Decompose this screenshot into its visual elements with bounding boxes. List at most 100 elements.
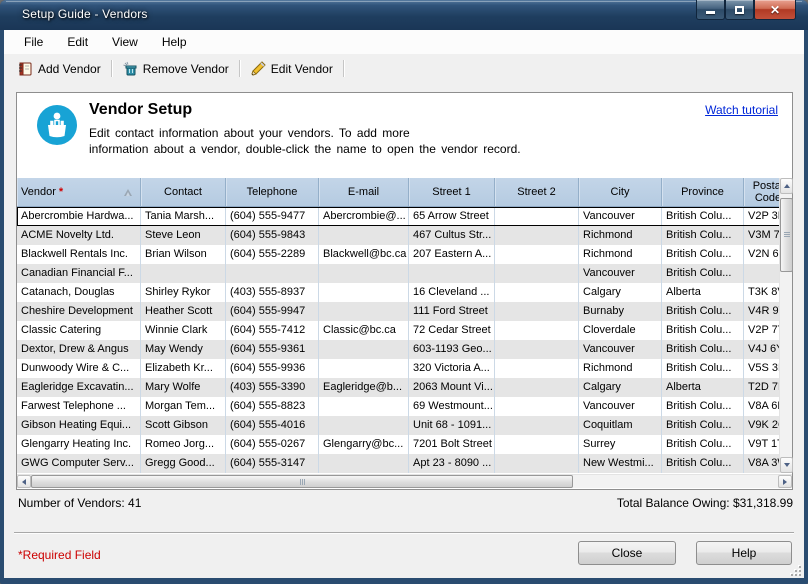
scroll-up-icon — [784, 184, 790, 188]
scroll-up-button[interactable] — [780, 178, 793, 194]
vendor-count-status: Number of Vendors: 41 — [18, 496, 141, 510]
cell — [319, 454, 409, 473]
vendor-person-at-desk-icon — [37, 105, 77, 145]
horizontal-scrollbar-thumb[interactable] — [31, 475, 573, 488]
cell — [495, 454, 579, 473]
cell: British Colu... — [662, 397, 744, 416]
dialog-body: File Edit View Help Add Vendor — [4, 30, 804, 578]
scroll-right-button[interactable] — [778, 475, 792, 488]
menu-view[interactable]: View — [100, 31, 150, 53]
menu-file[interactable]: File — [12, 31, 55, 53]
table-row[interactable]: Abercrombie Hardwa...Tania Marsh...(604)… — [17, 207, 792, 226]
cell: Scott Gibson — [141, 416, 226, 435]
cell: Shirley Rykor — [141, 283, 226, 302]
toolbar-separator — [239, 60, 240, 77]
table-row[interactable]: Gibson Heating Equi...Scott Gibson(604) … — [17, 416, 792, 435]
column-header-province[interactable]: Province — [662, 178, 744, 206]
column-header-vendor[interactable]: Vendor* — [17, 178, 141, 206]
resize-grip[interactable] — [791, 566, 801, 576]
table-row[interactable]: Farwest Telephone ...Morgan Tem...(604) … — [17, 397, 792, 416]
cell: Tania Marsh... — [141, 207, 226, 226]
column-header-street2[interactable]: Street 2 — [495, 178, 579, 206]
cell — [495, 359, 579, 378]
sort-ascending-icon — [124, 189, 132, 196]
edit-vendor-label: Edit Vendor — [271, 62, 333, 76]
required-field-note: *Required Field — [18, 548, 101, 562]
column-header-telephone[interactable]: Telephone — [226, 178, 319, 206]
cell: British Colu... — [662, 226, 744, 245]
scroll-down-button[interactable] — [780, 457, 793, 473]
cell: (604) 555-7412 — [226, 321, 319, 340]
remove-vendor-button[interactable]: Remove Vendor — [115, 58, 236, 80]
close-button[interactable]: Close — [578, 541, 676, 565]
add-vendor-icon — [17, 61, 33, 77]
cell — [495, 435, 579, 454]
column-header-city[interactable]: City — [579, 178, 662, 206]
toolbar: Add Vendor Remove Vendor — [4, 55, 804, 82]
vertical-scrollbar[interactable] — [779, 178, 792, 473]
table-row[interactable]: Cheshire DevelopmentHeather Scott(604) 5… — [17, 302, 792, 321]
minimize-button[interactable] — [696, 0, 725, 20]
cell: Blackwell@bc.ca — [319, 245, 409, 264]
table-row[interactable]: Catanach, DouglasShirley Rykor(403) 555-… — [17, 283, 792, 302]
help-button[interactable]: Help — [696, 541, 792, 565]
column-header-contact[interactable]: Contact — [141, 178, 226, 206]
column-header-street1[interactable]: Street 1 — [409, 178, 495, 206]
toolbar-separator — [111, 60, 112, 77]
cell — [319, 397, 409, 416]
table-row[interactable]: Glengarry Heating Inc.Romeo Jorg...(604)… — [17, 435, 792, 454]
watch-tutorial-link[interactable]: Watch tutorial — [705, 103, 778, 117]
scroll-right-icon — [783, 479, 787, 485]
column-label: Vendor — [21, 186, 56, 198]
maximize-icon — [735, 6, 744, 14]
table-row[interactable]: ACME Novelty Ltd.Steve Leon(604) 555-984… — [17, 226, 792, 245]
cell: 72 Cedar Street — [409, 321, 495, 340]
cell: British Colu... — [662, 207, 744, 226]
cell: Surrey — [579, 435, 662, 454]
cell: Mary Wolfe — [141, 378, 226, 397]
cell: May Wendy — [141, 340, 226, 359]
table-row[interactable]: GWG Computer Serv...Gregg Good...(604) 5… — [17, 454, 792, 473]
table-row[interactable]: Canadian Financial F...VancouverBritish … — [17, 264, 792, 283]
table-row[interactable]: Dunwoody Wire & C...Elizabeth Kr...(604)… — [17, 359, 792, 378]
cell: (604) 555-9477 — [226, 207, 319, 226]
cell — [226, 264, 319, 283]
vendor-setup-panel: Vendor Setup Edit contact information ab… — [16, 92, 793, 490]
table-row[interactable]: Dextor, Drew & AngusMay Wendy(604) 555-9… — [17, 340, 792, 359]
cell: Dunwoody Wire & C... — [17, 359, 141, 378]
cell: Glengarry@bc... — [319, 435, 409, 454]
cell: Heather Scott — [141, 302, 226, 321]
horizontal-scrollbar[interactable] — [17, 474, 792, 488]
edit-vendor-button[interactable]: Edit Vendor — [243, 58, 340, 80]
cell — [495, 283, 579, 302]
footer-divider — [14, 532, 794, 533]
cell — [495, 321, 579, 340]
close-window-button[interactable]: ✕ — [754, 0, 796, 20]
cell — [495, 416, 579, 435]
titlebar[interactable]: Setup Guide - Vendors ✕ — [0, 0, 808, 30]
cell: Unit 68 - 1091... — [409, 416, 495, 435]
scroll-left-button[interactable] — [17, 475, 31, 488]
vertical-scrollbar-thumb[interactable] — [780, 198, 793, 272]
cell: Blackwell Rentals Inc. — [17, 245, 141, 264]
add-vendor-button[interactable]: Add Vendor — [10, 58, 108, 80]
cell — [495, 340, 579, 359]
column-header-email[interactable]: E-mail — [319, 178, 409, 206]
table-row[interactable]: Classic CateringWinnie Clark(604) 555-74… — [17, 321, 792, 340]
menu-edit[interactable]: Edit — [55, 31, 100, 53]
table-row[interactable]: Blackwell Rentals Inc.Brian Wilson(604) … — [17, 245, 792, 264]
cell: ACME Novelty Ltd. — [17, 226, 141, 245]
panel-description-line1: Edit contact information about your vend… — [89, 126, 410, 140]
menu-help[interactable]: Help — [150, 31, 199, 53]
table-header: Vendor* Contact Telephone E-mail Street … — [17, 178, 792, 207]
cell: 207 Eastern A... — [409, 245, 495, 264]
maximize-button[interactable] — [725, 0, 754, 20]
cell — [319, 416, 409, 435]
cell: British Colu... — [662, 435, 744, 454]
panel-header: Vendor Setup Edit contact information ab… — [17, 93, 792, 178]
table-row[interactable]: Eagleridge Excavatin...Mary Wolfe(403) 5… — [17, 378, 792, 397]
cell — [495, 397, 579, 416]
cell: Calgary — [579, 378, 662, 397]
cell: 603-1193 Geo... — [409, 340, 495, 359]
cell: Coquitlam — [579, 416, 662, 435]
